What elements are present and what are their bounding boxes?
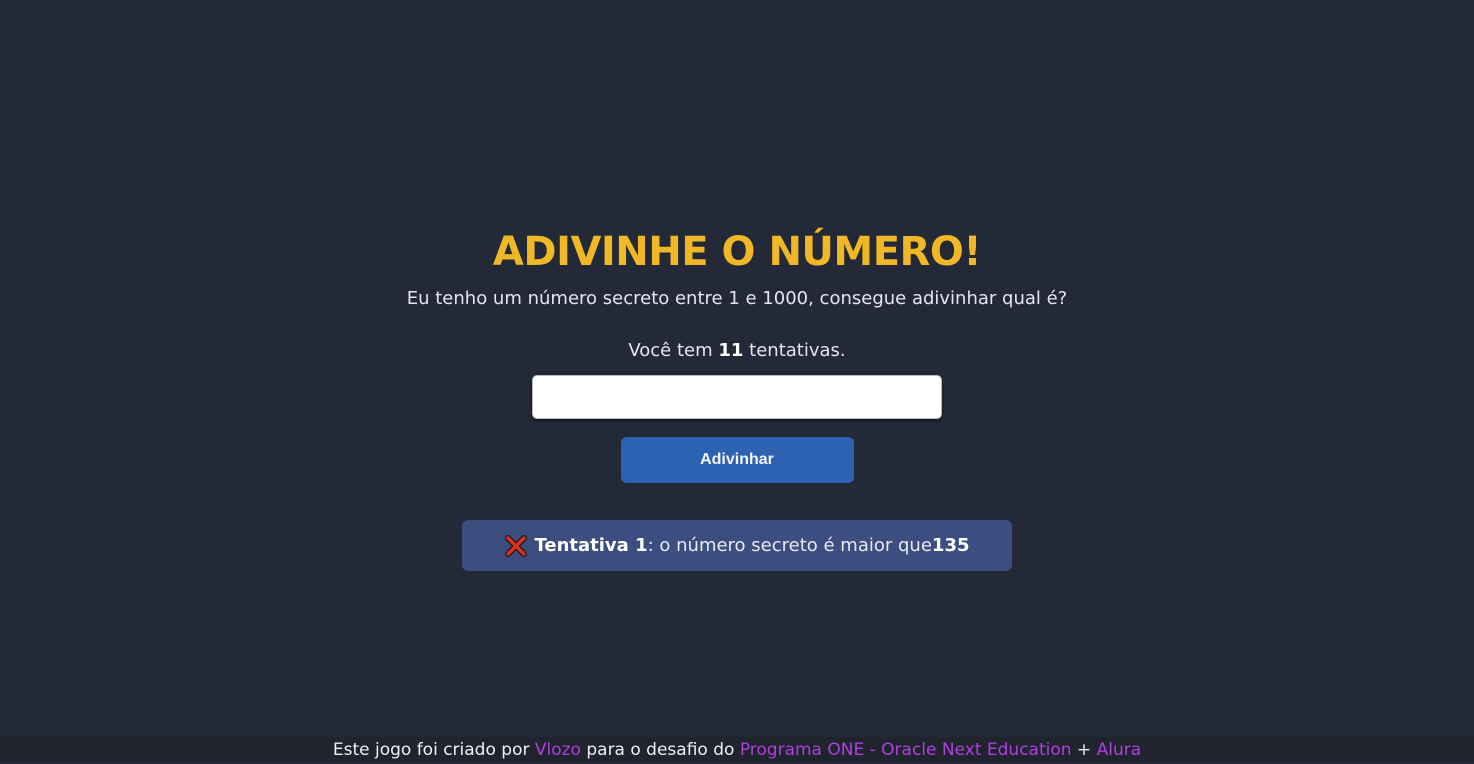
author-link[interactable]: Vlozo (535, 740, 581, 760)
feedback-message: Tentativa 1: o número secreto é maior qu… (462, 520, 1012, 571)
program-link[interactable]: Programa ONE - Oracle Next Education (740, 740, 1072, 760)
attempts-prefix: Você tem (628, 340, 719, 361)
page-title: ADIVINHE O NÚMERO! (492, 229, 982, 275)
cross-mark-icon (504, 534, 527, 557)
feedback-number: 135 (931, 535, 970, 556)
feedback-text: : o número secreto é maior que (647, 535, 932, 556)
footer-text-1: Este jogo foi criado por (332, 740, 535, 760)
attempts-suffix: tentativas. (743, 340, 846, 361)
guess-input[interactable] (532, 375, 942, 419)
game-container: ADIVINHE O NÚMERO! Eu tenho um número se… (0, 224, 1474, 571)
attempts-count: 11 (718, 340, 744, 361)
footer-text-3: + (1071, 740, 1097, 760)
footer: Este jogo foi criado por Vlozo para o de… (0, 737, 1474, 762)
alura-link[interactable]: Alura (1097, 740, 1142, 760)
footer-text-2: para o desafio do (580, 740, 740, 760)
game-description: Eu tenho um número secreto entre 1 e 100… (406, 288, 1068, 309)
feedback-attempt-label: Tentativa 1 (534, 535, 648, 556)
attempts-remaining: Você tem 11 tentativas. (628, 338, 845, 364)
guess-button[interactable]: Adivinhar (620, 437, 854, 483)
